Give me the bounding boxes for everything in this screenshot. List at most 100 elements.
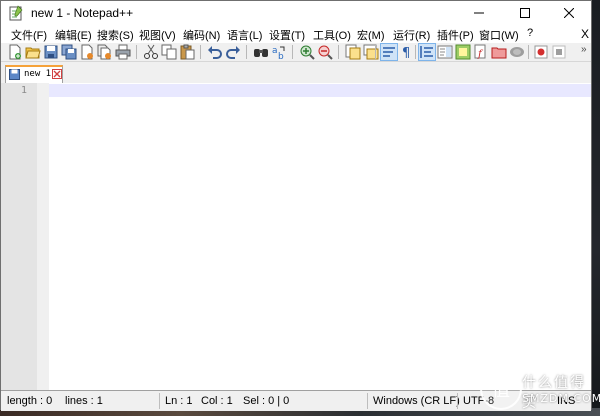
menu-window[interactable]: 窗口(W) bbox=[479, 27, 519, 43]
close-all-button[interactable] bbox=[97, 44, 113, 60]
svg-text:¶: ¶ bbox=[402, 46, 410, 60]
print-button[interactable] bbox=[115, 44, 131, 60]
tab-new-1[interactable]: new 1 bbox=[5, 65, 63, 83]
monitoring-icon bbox=[510, 47, 524, 57]
record-macro-icon bbox=[534, 45, 548, 59]
svg-text:a: a bbox=[272, 46, 278, 56]
save-all-icon bbox=[61, 44, 77, 60]
find-icon bbox=[254, 49, 268, 57]
zoom-out-icon bbox=[318, 45, 333, 60]
maximize-button[interactable] bbox=[503, 1, 547, 25]
function-list-button[interactable] bbox=[455, 44, 471, 60]
indent-guide-button[interactable] bbox=[418, 43, 436, 61]
sync-vertical-button[interactable] bbox=[345, 44, 361, 60]
status-lines: lines : 1 bbox=[65, 395, 103, 407]
menu-language[interactable]: 语言(L) bbox=[227, 27, 262, 43]
menu-bar: 文件(F) 编辑(E) 搜索(S) 视图(V) 编码(N) 语言(L) 设置(T… bbox=[1, 25, 591, 43]
document-list-button[interactable] bbox=[491, 44, 507, 60]
menu-run[interactable]: 运行(R) bbox=[393, 27, 430, 43]
sync-horizontal-button[interactable] bbox=[363, 44, 379, 60]
stop-macro-button[interactable] bbox=[551, 44, 567, 60]
new-file-icon bbox=[9, 44, 21, 60]
tab-bar: new 1 bbox=[1, 62, 591, 84]
doc-map-button[interactable] bbox=[437, 44, 453, 60]
status-selection: Sel : 0 | 0 bbox=[243, 395, 290, 407]
status-separator bbox=[159, 393, 160, 409]
toolbar-separator bbox=[375, 45, 376, 59]
open-file-button[interactable] bbox=[25, 44, 41, 60]
menu-help[interactable]: ? bbox=[527, 27, 533, 39]
toolbar-separator bbox=[528, 45, 529, 59]
replace-button[interactable]: ab bbox=[271, 44, 287, 60]
menu-settings[interactable]: 设置(T) bbox=[269, 27, 305, 43]
menu-encoding[interactable]: 编码(N) bbox=[183, 27, 220, 43]
stop-macro-icon bbox=[552, 45, 566, 59]
menu-view[interactable]: 视图(V) bbox=[139, 27, 176, 43]
menu-search[interactable]: 搜索(S) bbox=[97, 27, 134, 43]
minimize-button[interactable] bbox=[457, 1, 501, 25]
redo-button[interactable] bbox=[225, 44, 241, 60]
cut-button[interactable] bbox=[143, 44, 159, 60]
record-macro-button[interactable] bbox=[533, 44, 549, 60]
menu-plugins[interactable]: 插件(P) bbox=[437, 27, 474, 43]
window-title: new 1 - Notepad++ bbox=[31, 6, 134, 20]
status-separator bbox=[457, 393, 458, 409]
status-length: length : 0 bbox=[7, 395, 53, 407]
toolbar-separator bbox=[292, 45, 293, 59]
close-document-button[interactable]: X bbox=[581, 27, 589, 41]
indent-guide-icon bbox=[420, 46, 433, 58]
saved-state-icon bbox=[9, 69, 20, 80]
folder-workspace-icon: f bbox=[474, 44, 486, 60]
title-bar[interactable]: new 1 - Notepad++ bbox=[1, 1, 591, 25]
new-file-button[interactable] bbox=[7, 44, 23, 60]
undo-icon bbox=[208, 46, 222, 59]
save-button[interactable] bbox=[43, 44, 59, 60]
menu-edit[interactable]: 编辑(E) bbox=[55, 27, 92, 43]
svg-text:b: b bbox=[278, 52, 284, 60]
close-button[interactable] bbox=[547, 1, 591, 25]
save-icon bbox=[44, 45, 58, 59]
close-file-button[interactable] bbox=[79, 44, 95, 60]
menu-macro[interactable]: 宏(M) bbox=[357, 27, 385, 43]
menu-tools[interactable]: 工具(O) bbox=[313, 27, 351, 43]
tab-close-icon[interactable] bbox=[52, 69, 62, 79]
copy-icon bbox=[161, 44, 177, 60]
monitoring-button[interactable] bbox=[509, 44, 525, 60]
doc-map-icon bbox=[437, 45, 453, 59]
redo-icon bbox=[226, 46, 240, 59]
toolbar-separator bbox=[338, 45, 339, 59]
find-button[interactable] bbox=[253, 44, 269, 60]
status-separator bbox=[367, 393, 368, 409]
copy-button[interactable] bbox=[161, 44, 177, 60]
menu-file[interactable]: 文件(F) bbox=[11, 27, 47, 43]
cut-icon bbox=[144, 44, 158, 59]
close-file-icon bbox=[81, 44, 93, 60]
status-line-number: Ln : 1 bbox=[165, 395, 193, 407]
toolbar-separator bbox=[136, 45, 137, 59]
toolbar-separator bbox=[246, 45, 247, 59]
folder-workspace-button[interactable]: f bbox=[473, 44, 489, 60]
word-wrap-icon bbox=[383, 47, 395, 57]
show-all-chars-button[interactable]: ¶ bbox=[399, 44, 415, 60]
zoom-in-icon bbox=[300, 45, 315, 60]
word-wrap-button[interactable] bbox=[380, 43, 398, 61]
function-list-icon bbox=[455, 44, 471, 60]
maximize-icon bbox=[520, 8, 530, 18]
watermark-domain: SMZDM.COM bbox=[522, 392, 600, 405]
zoom-in-button[interactable] bbox=[299, 44, 315, 60]
editor-area[interactable]: 1 bbox=[1, 83, 591, 390]
toolbar: ab ¶ f » bbox=[1, 43, 591, 62]
zoom-out-button[interactable] bbox=[317, 44, 333, 60]
status-column: Col : 1 bbox=[201, 395, 233, 407]
save-all-button[interactable] bbox=[61, 44, 77, 60]
site-watermark: 值 什么值得买 SMZDM.COM bbox=[474, 362, 600, 416]
paste-button[interactable] bbox=[179, 44, 195, 60]
sync-vertical-icon bbox=[345, 44, 361, 60]
toolbar-overflow-chevron[interactable]: » bbox=[581, 44, 587, 55]
fold-margin[interactable] bbox=[37, 83, 49, 390]
toolbar-separator bbox=[415, 45, 416, 59]
close-all-icon bbox=[97, 44, 111, 60]
minimize-icon bbox=[474, 12, 484, 14]
undo-button[interactable] bbox=[207, 44, 223, 60]
close-icon bbox=[564, 8, 574, 18]
